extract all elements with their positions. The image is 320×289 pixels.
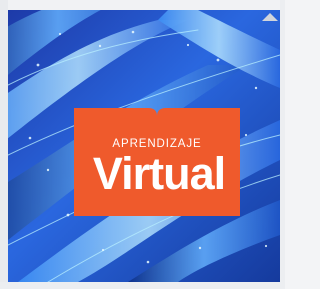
content-frame: APRENDIZAJE Virtual (0, 0, 285, 289)
right-border (280, 0, 285, 289)
logo-headline-text: Virtual (92, 148, 226, 199)
left-border (0, 0, 8, 289)
bottom-border (0, 282, 285, 289)
course-thumbnail[interactable]: APRENDIZAJE Virtual (8, 10, 280, 282)
aprendizaje-virtual-logo: APRENDIZAJE Virtual (74, 108, 240, 216)
corner-triangle-icon (262, 8, 278, 21)
